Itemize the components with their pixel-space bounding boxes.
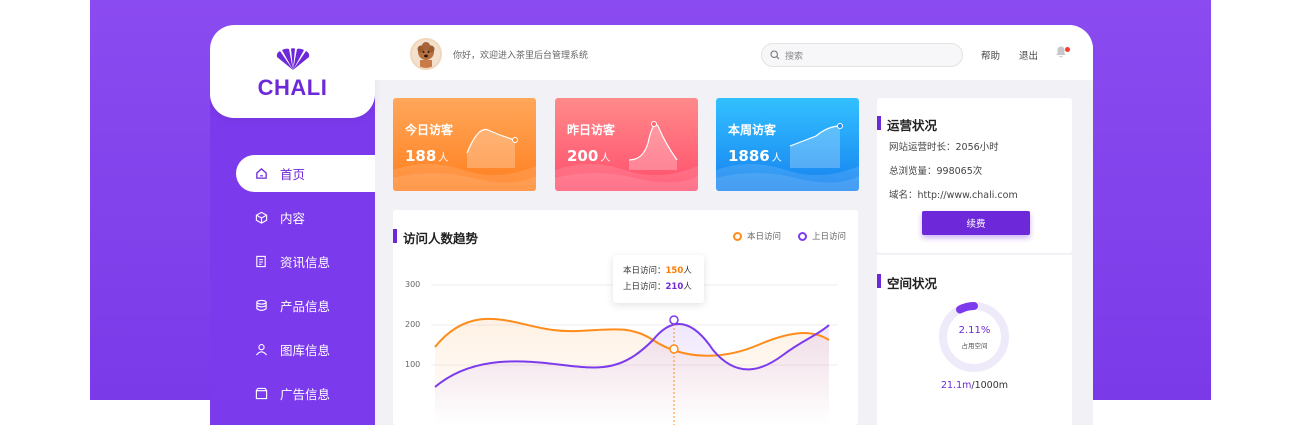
stat-label: 今日访客 [405, 123, 454, 137]
sidebar-item-gallery[interactable]: 图库信息 [236, 331, 375, 368]
brand-name: CHALI [257, 75, 328, 100]
stat-value: 188 人 [405, 147, 449, 165]
stat-value: 200 人 [567, 147, 611, 165]
stat-label: 本周访客 [728, 123, 777, 137]
admin-window: CHALI 首页 内容 资讯信息 产品信息 图库信息 广告信息 你好，欢迎进入茶… [210, 25, 1093, 425]
card-wave-decoration [555, 121, 698, 191]
trend-chart-canvas [431, 284, 838, 425]
today-hover-point [669, 344, 679, 354]
chart-tooltip: 本日访问：150人 上日访问：210人 [613, 255, 704, 303]
sidebar-item-news[interactable]: 资讯信息 [236, 243, 375, 280]
visitor-trend-panel: 访问人数趋势 本日访问 上日访问 300 200 100 本日访问：150人 上… [393, 210, 858, 425]
operations-title: 运营状况 [877, 115, 937, 134]
user-icon [254, 343, 268, 357]
notification-dot [1065, 47, 1070, 52]
sidebar-nav: 首页 内容 资讯信息 产品信息 图库信息 广告信息 [236, 155, 375, 419]
stat-card-week[interactable]: 本周访客 1886 人 [716, 98, 859, 191]
space-percent: 2.11% [958, 325, 991, 336]
stat-value: 1886 人 [728, 147, 782, 165]
space-capacity: 21.1m/1000m [940, 380, 1009, 391]
logo-card: CHALI [210, 25, 375, 118]
sidebar-item-label: 资讯信息 [280, 255, 331, 270]
database-icon [254, 299, 268, 313]
home-icon [254, 167, 268, 181]
card-wave-decoration [393, 128, 536, 191]
cube-icon [254, 211, 268, 225]
sidebar-item-label: 产品信息 [280, 299, 331, 314]
sidebar-item-products[interactable]: 产品信息 [236, 287, 375, 324]
space-used-label: 占用空间 [961, 342, 988, 350]
card-wave-decoration [716, 123, 859, 191]
chali-logo-icon [276, 48, 310, 70]
operations-panel: 运营状况 网站运营时长：2056小时 总浏览量：998065次 域名：http:… [877, 98, 1072, 253]
stat-label: 昨日访客 [567, 123, 616, 137]
renew-button[interactable]: 续费 [922, 211, 1030, 235]
search-icon [770, 50, 780, 60]
welcome-text: 你好，欢迎进入茶里后台管理系统 [453, 51, 589, 61]
tooltip-today: 本日访问：150人 [623, 266, 692, 276]
runtime-text: 网站运营时长：2056小时 [889, 142, 999, 153]
document-icon [254, 255, 268, 269]
views-text: 总浏览量：998065次 [889, 166, 983, 177]
sidebar: CHALI 首页 内容 资讯信息 产品信息 图库信息 广告信息 [210, 25, 375, 425]
sidebar-item-home[interactable]: 首页 [236, 155, 375, 192]
logout-link[interactable]: 退出 [1019, 48, 1038, 62]
space-usage-ring [939, 302, 1009, 372]
help-link[interactable]: 帮助 [981, 48, 1000, 62]
sidebar-item-label: 内容 [280, 211, 306, 226]
yesterday-hover-point [669, 315, 679, 325]
avatar[interactable] [410, 38, 442, 70]
domain-text: 域名：http://www.chali.com [889, 190, 1018, 201]
sidebar-item-content[interactable]: 内容 [236, 199, 375, 236]
sidebar-item-label: 图库信息 [280, 343, 331, 358]
sidebar-item-label: 首页 [280, 167, 306, 182]
stat-card-today[interactable]: 今日访客 188 人 [393, 98, 536, 191]
sidebar-item-ads[interactable]: 广告信息 [236, 375, 375, 412]
tooltip-yesterday: 上日访问：210人 [623, 282, 692, 292]
stat-card-yesterday[interactable]: 昨日访客 200 人 [555, 98, 698, 191]
sidebar-item-label: 广告信息 [280, 387, 331, 402]
search-placeholder: 搜索 [785, 51, 804, 62]
search-input[interactable]: 搜索 [761, 43, 963, 67]
box-icon [254, 387, 268, 401]
top-bar: 你好，欢迎进入茶里后台管理系统 搜索 帮助 退出 [375, 25, 1093, 80]
